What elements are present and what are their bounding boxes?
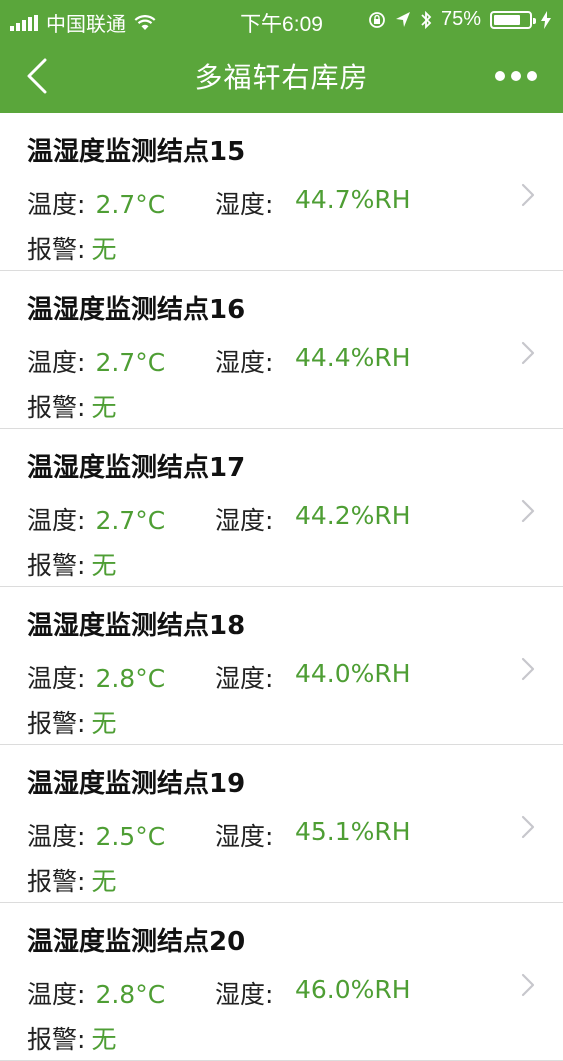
alarm-row: 报警: 无 — [27, 230, 116, 266]
humid-label: 湿度: — [215, 822, 274, 851]
list-item[interactable]: 温湿度监测结点20 温度: 2.8°C 湿度: 46.0%RH 报警: 无 — [0, 903, 563, 1061]
temp-value: 2.7°C — [95, 506, 166, 535]
node-title: 温湿度监测结点15 — [27, 137, 246, 167]
readings-row: 温度: 2.7°C 湿度: 44.4%RH — [27, 343, 411, 379]
list-item[interactable]: 温湿度监测结点18 温度: 2.8°C 湿度: 44.0%RH 报警: 无 — [0, 587, 563, 745]
chevron-right-icon — [521, 657, 535, 681]
humid-label: 湿度: — [215, 664, 274, 693]
readings-row: 温度: 2.8°C 湿度: 46.0%RH — [27, 975, 411, 1011]
alarm-value: 无 — [91, 551, 117, 580]
humid-label: 湿度: — [215, 506, 274, 535]
alarm-row: 报警: 无 — [27, 388, 116, 424]
more-dot — [527, 71, 537, 81]
rotation-lock-icon — [369, 11, 385, 28]
readings-row: 温度: 2.8°C 湿度: 44.0%RH — [27, 659, 411, 695]
battery-percent: 75% — [440, 8, 481, 30]
alarm-row: 报警: 无 — [27, 862, 116, 898]
node-list: 温湿度监测结点15 温度: 2.7°C 湿度: 44.7%RH 报警: 无 温湿度监… — [0, 113, 563, 1061]
humid-value: 44.4%RH — [295, 343, 411, 372]
humid-value: 45.1%RH — [295, 817, 411, 846]
chevron-right-icon — [521, 499, 535, 523]
humid-label: 湿度: — [215, 190, 274, 219]
alarm-value: 无 — [91, 235, 117, 264]
nav-bar: 多福轩右库房 — [0, 40, 563, 113]
location-icon — [395, 11, 410, 27]
temp-label: 温度: — [27, 664, 86, 693]
more-dot — [495, 71, 505, 81]
alarm-label: 报警: — [27, 393, 86, 422]
battery-fill — [494, 14, 520, 25]
alarm-label: 报警: — [27, 709, 86, 738]
alarm-label: 报警: — [27, 551, 86, 580]
chevron-right-icon — [521, 815, 535, 839]
page-title: 多福轩右库房 — [194, 61, 369, 94]
alarm-row: 报警: 无 — [27, 546, 116, 582]
bluetooth-icon — [421, 10, 432, 29]
chevron-right-icon — [521, 341, 535, 365]
list-item[interactable]: 温湿度监测结点16 温度: 2.7°C 湿度: 44.4%RH 报警: 无 — [0, 271, 563, 429]
alarm-value: 无 — [91, 393, 117, 422]
temp-value: 2.7°C — [95, 190, 166, 219]
alarm-row: 报警: 无 — [27, 704, 116, 740]
temp-label: 温度: — [27, 506, 86, 535]
alarm-label: 报警: — [27, 1025, 86, 1054]
list-item[interactable]: 温湿度监测结点19 温度: 2.5°C 湿度: 45.1%RH 报警: 无 — [0, 745, 563, 903]
temp-label: 温度: — [27, 190, 86, 219]
temp-label: 温度: — [27, 822, 86, 851]
temp-label: 温度: — [27, 980, 86, 1009]
alarm-value: 无 — [91, 867, 117, 896]
readings-row: 温度: 2.7°C 湿度: 44.2%RH — [27, 501, 411, 537]
list-item[interactable]: 温湿度监测结点15 温度: 2.7°C 湿度: 44.7%RH 报警: 无 — [0, 113, 563, 271]
alarm-label: 报警: — [27, 235, 86, 264]
battery-tip — [533, 17, 536, 24]
temp-value: 2.5°C — [95, 822, 166, 851]
status-right: 75% — [368, 8, 551, 31]
temp-value: 2.8°C — [95, 664, 166, 693]
readings-row: 温度: 2.7°C 湿度: 44.7%RH — [27, 185, 411, 221]
node-title: 温湿度监测结点19 — [27, 769, 246, 799]
temp-value: 2.8°C — [95, 980, 166, 1009]
temp-label: 温度: — [27, 348, 86, 377]
humid-label: 湿度: — [215, 348, 274, 377]
readings-row: 温度: 2.5°C 湿度: 45.1%RH — [27, 817, 411, 853]
humid-value: 44.0%RH — [295, 659, 411, 688]
alarm-row: 报警: 无 — [27, 1020, 116, 1056]
charging-icon — [541, 10, 551, 29]
temp-value: 2.7°C — [95, 348, 166, 377]
chevron-right-icon — [521, 973, 535, 997]
app-header: 中国联通 下午6:09 75% 多福轩右库房 — [0, 0, 563, 113]
more-dot — [511, 71, 521, 81]
more-button[interactable] — [495, 58, 537, 94]
node-title: 温湿度监测结点17 — [27, 453, 246, 483]
chevron-right-icon — [521, 183, 535, 207]
node-title: 温湿度监测结点20 — [27, 927, 246, 957]
alarm-label: 报警: — [27, 867, 86, 896]
alarm-value: 无 — [91, 1025, 117, 1054]
battery-icon — [490, 10, 536, 29]
humid-label: 湿度: — [215, 980, 274, 1009]
humid-value: 44.7%RH — [295, 185, 411, 214]
list-item[interactable]: 温湿度监测结点17 温度: 2.7°C 湿度: 44.2%RH 报警: 无 — [0, 429, 563, 587]
humid-value: 44.2%RH — [295, 501, 411, 530]
alarm-value: 无 — [91, 709, 117, 738]
node-title: 温湿度监测结点18 — [27, 611, 246, 641]
status-bar: 中国联通 下午6:09 75% — [0, 0, 563, 40]
node-title: 温湿度监测结点16 — [27, 295, 246, 325]
